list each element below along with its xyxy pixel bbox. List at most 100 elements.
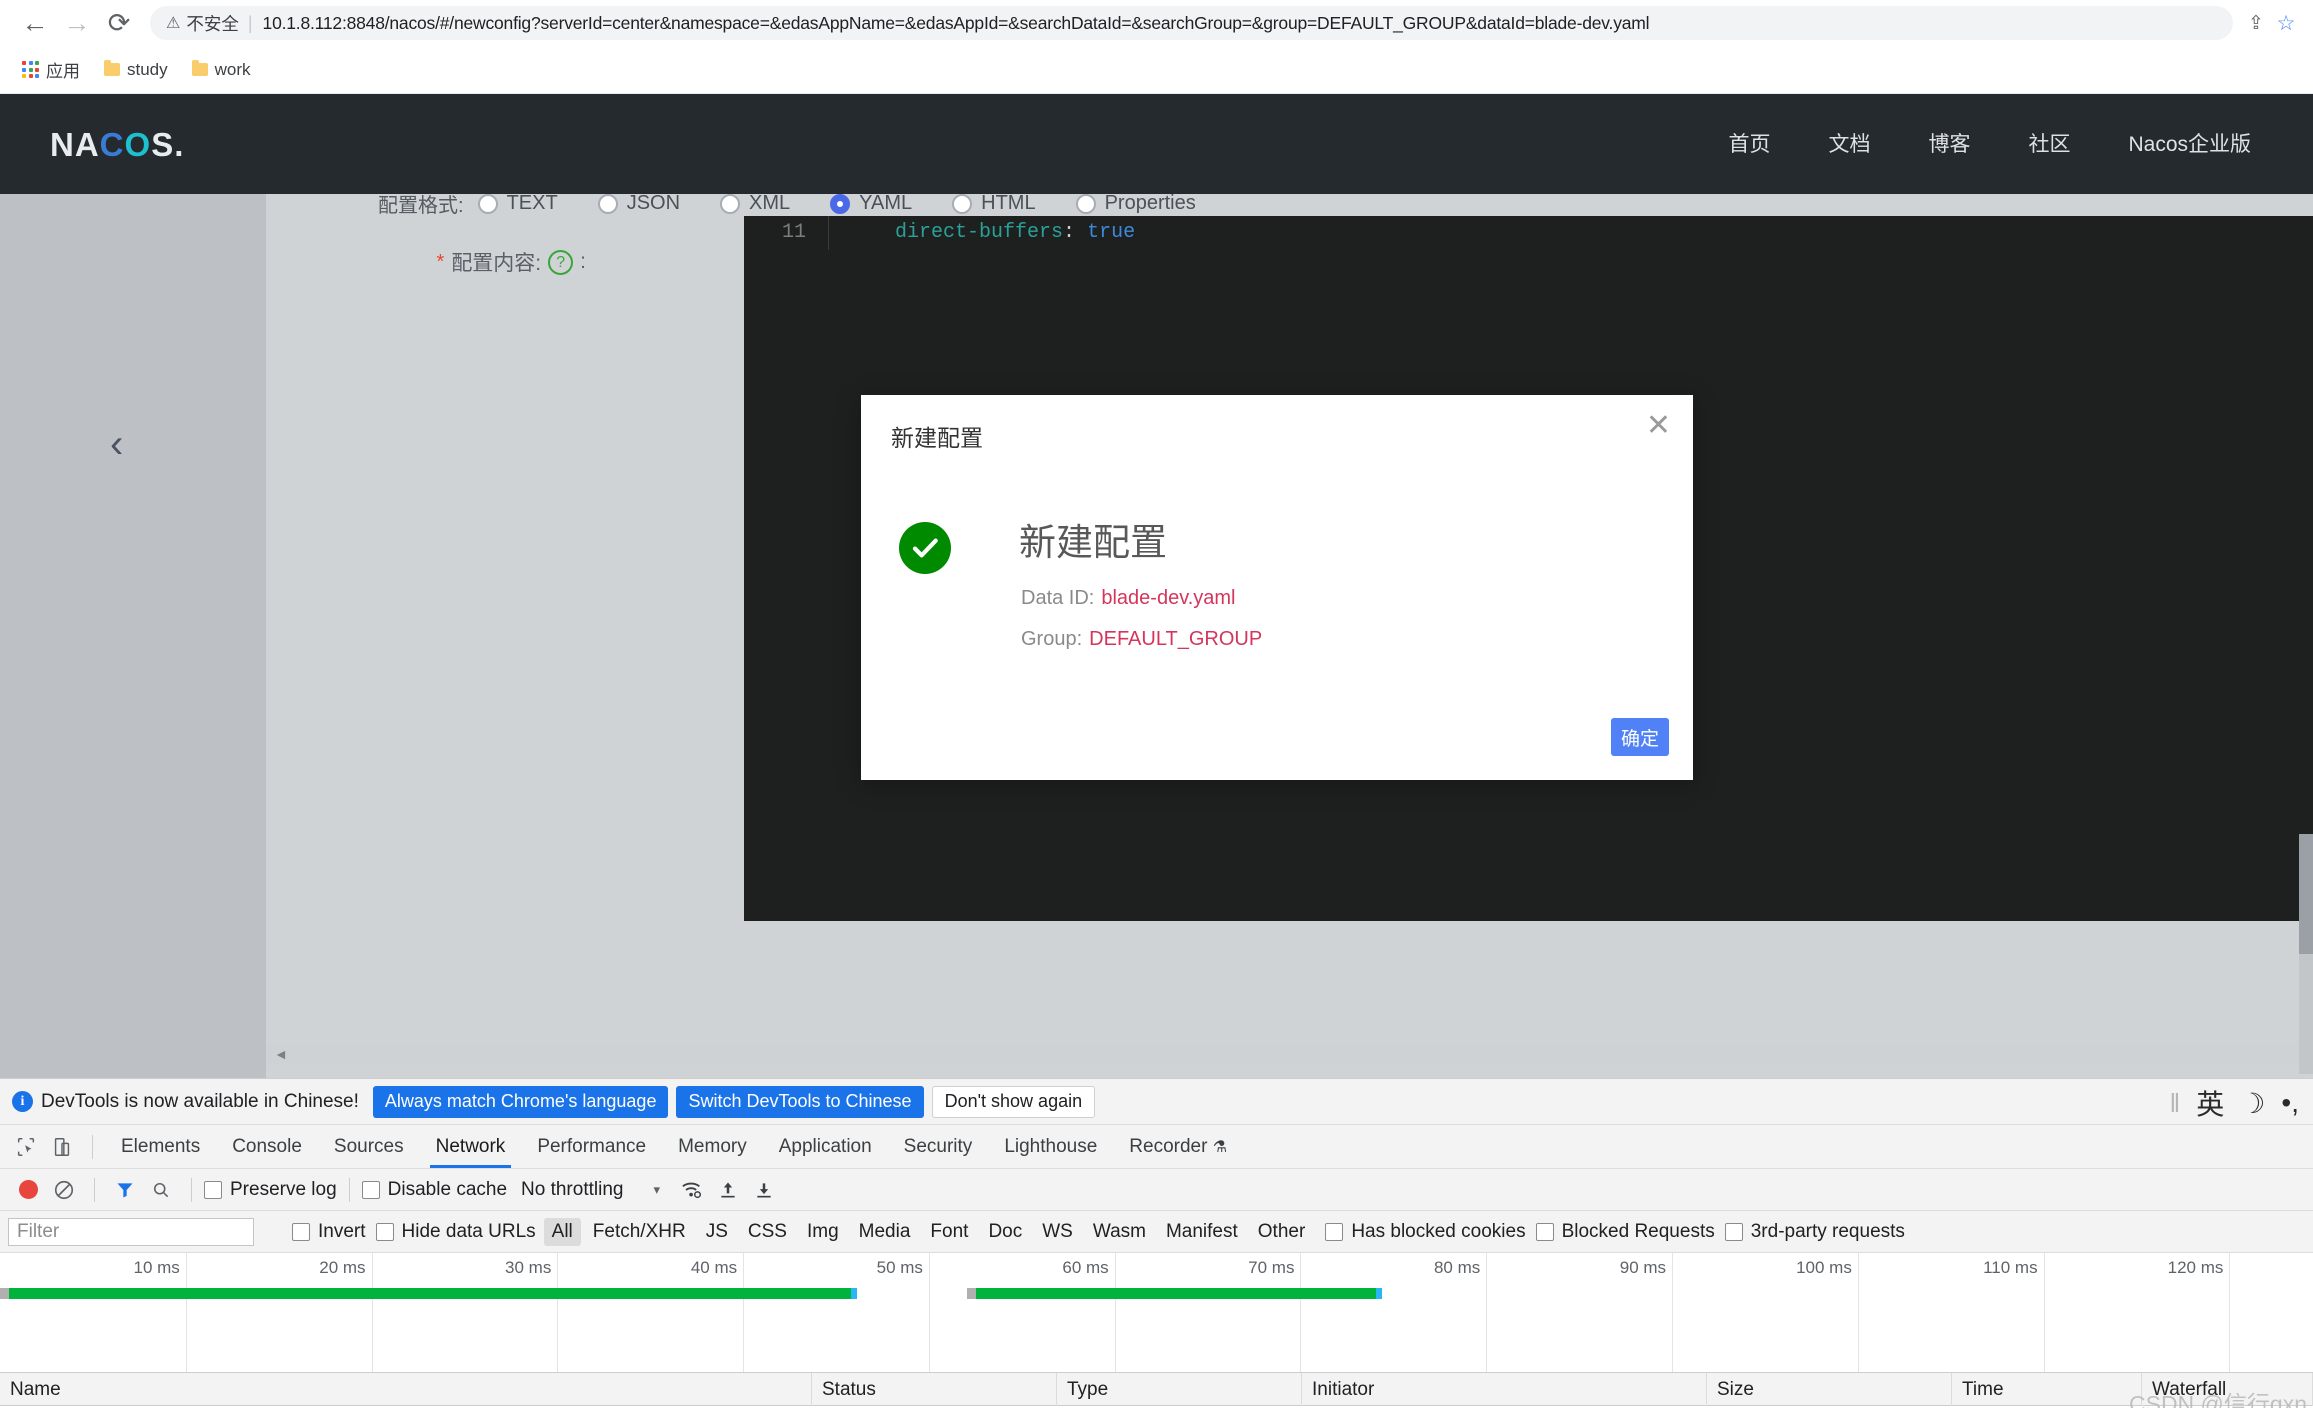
tab-performance[interactable]: Performance	[521, 1125, 662, 1168]
bookmark-apps[interactable]: 应用	[14, 53, 88, 86]
nav-item-enterprise[interactable]: Nacos企业版	[2128, 128, 2251, 158]
throttling-select[interactable]: No throttling ▾	[521, 1179, 660, 1201]
timeline-bar-start-cap	[0, 1288, 10, 1299]
nav-item-community[interactable]: 社区	[2028, 128, 2070, 158]
network-requests-table: Name Status Type Initiator Size Time Waterfall…	[0, 1372, 2313, 1408]
column-header-size[interactable]: Size	[1707, 1372, 1952, 1406]
logo-part-o: O	[124, 126, 152, 163]
radio-text[interactable]: TEXT	[477, 194, 558, 215]
filter-type-ws[interactable]: WS	[1034, 1218, 1081, 1246]
bookmark-study[interactable]: study	[96, 56, 176, 84]
forward-button[interactable]: →	[56, 2, 98, 44]
disable-cache-label: Disable cache	[387, 1178, 508, 1200]
filter-type-js[interactable]: JS	[698, 1218, 736, 1246]
bookmark-star-icon[interactable]: ☆	[2273, 11, 2299, 36]
close-icon[interactable]: ✕	[1646, 411, 1671, 441]
help-icon[interactable]: ?	[548, 249, 574, 275]
export-har-icon[interactable]	[746, 1174, 782, 1206]
column-header-name[interactable]: Name	[0, 1372, 812, 1406]
search-icon[interactable]	[143, 1174, 179, 1206]
address-bar[interactable]: ⚠ 不安全 | 10.1.8.112:8848/nacos/#/newconfi…	[150, 6, 2233, 40]
radio-json[interactable]: JSON	[597, 194, 680, 215]
tab-security[interactable]: Security	[888, 1125, 989, 1168]
nacos-logo[interactable]: NACOS.	[50, 126, 184, 164]
timeline-gridline	[2043, 1253, 2045, 1372]
confirm-button[interactable]: 确定	[1611, 718, 1669, 756]
record-button[interactable]	[10, 1180, 46, 1199]
dont-show-again-button[interactable]: Don't show again	[931, 1085, 1096, 1118]
checkbox-icon	[1325, 1222, 1344, 1241]
data-id-value: blade-dev.yaml	[1101, 587, 1236, 609]
tab-recorder[interactable]: Recorder ⚗	[1113, 1125, 1243, 1168]
filter-input[interactable]	[8, 1217, 254, 1246]
filter-type-all[interactable]: All	[543, 1217, 581, 1246]
ime-dot-icon[interactable]: •,	[2281, 1087, 2299, 1119]
column-header-initiator[interactable]: Initiator	[1302, 1372, 1707, 1406]
horizontal-scrollbar[interactable]: ◄	[266, 1044, 2313, 1064]
column-header-time[interactable]: Time	[1952, 1372, 2142, 1406]
reload-button[interactable]: ⟳	[98, 2, 140, 44]
nav-item-blog[interactable]: 博客	[1928, 128, 1970, 158]
scrollbar-thumb[interactable]	[2299, 834, 2313, 954]
blocked-requests-checkbox[interactable]: Blocked Requests	[1535, 1221, 1715, 1243]
tab-elements[interactable]: Elements	[105, 1125, 216, 1168]
sidebar-collapse-icon[interactable]: ‹	[110, 422, 144, 466]
filter-type-fetch-xhr[interactable]: Fetch/XHR	[585, 1218, 694, 1246]
timeline-gridline	[2229, 1253, 2231, 1372]
tab-recorder-label: Recorder	[1129, 1136, 1208, 1157]
tab-application[interactable]: Application	[763, 1125, 888, 1168]
switch-to-chinese-button[interactable]: Switch DevTools to Chinese	[676, 1085, 924, 1118]
filter-type-font[interactable]: Font	[922, 1218, 976, 1246]
radio-properties[interactable]: Properties	[1075, 194, 1196, 215]
timeline-tick-label: 30 ms	[505, 1258, 552, 1277]
invert-checkbox[interactable]: Invert	[292, 1221, 366, 1243]
config-format-row: 配置格式: TEXT JSON XML YAML HTML Properties	[378, 194, 1236, 218]
always-match-language-button[interactable]: Always match Chrome's language	[372, 1085, 669, 1118]
radio-yaml[interactable]: YAML	[830, 194, 912, 215]
filter-type-wasm[interactable]: Wasm	[1085, 1218, 1154, 1246]
network-conditions-icon[interactable]	[674, 1174, 710, 1206]
moon-icon[interactable]: ☽	[2240, 1087, 2265, 1120]
ime-language-icon[interactable]: 英	[2196, 1083, 2224, 1123]
tab-sources[interactable]: Sources	[318, 1125, 420, 1168]
filter-type-other[interactable]: Other	[1250, 1218, 1314, 1246]
radio-html[interactable]: HTML	[952, 194, 1036, 215]
experiment-flask-icon: ⚗	[1212, 1139, 1228, 1156]
page-vertical-scrollbar[interactable]	[2299, 834, 2313, 1074]
column-header-type[interactable]: Type	[1057, 1372, 1302, 1406]
filter-type-manifest[interactable]: Manifest	[1158, 1218, 1246, 1246]
network-timeline-overview[interactable]: 10 ms 20 ms 30 ms 40 ms 50 ms 60 ms 70 ms 80 ms…	[0, 1253, 2313, 1373]
has-blocked-cookies-checkbox[interactable]: Has blocked cookies	[1325, 1221, 1526, 1243]
hide-data-urls-checkbox[interactable]: Hide data URLs	[375, 1221, 536, 1243]
bookmark-work[interactable]: work	[184, 56, 259, 84]
nav-item-docs[interactable]: 文档	[1828, 128, 1870, 158]
clear-network-log-icon[interactable]	[46, 1174, 82, 1206]
scroll-left-icon[interactable]: ◄	[274, 1046, 288, 1062]
timeline-tick-label: 90 ms	[1619, 1258, 1667, 1277]
tab-console[interactable]: Console	[216, 1125, 318, 1168]
preserve-log-checkbox[interactable]: Preserve log	[204, 1179, 337, 1201]
import-har-icon[interactable]	[710, 1174, 746, 1206]
disable-cache-checkbox[interactable]: Disable cache	[361, 1178, 508, 1201]
column-header-waterfall[interactable]: Waterfall	[2142, 1372, 2313, 1406]
nav-item-home[interactable]: 首页	[1728, 128, 1770, 158]
share-icon[interactable]: ⇪	[2243, 12, 2269, 35]
tab-network[interactable]: Network	[420, 1125, 522, 1168]
bookmark-study-label: study	[127, 59, 168, 79]
filter-type-img[interactable]: Img	[799, 1218, 847, 1246]
back-button[interactable]: ←	[14, 2, 56, 44]
tab-memory[interactable]: Memory	[662, 1125, 763, 1168]
logo-part-na: NA	[50, 126, 100, 163]
filter-type-doc[interactable]: Doc	[980, 1218, 1030, 1246]
logo-part-c: C	[99, 126, 125, 163]
timeline-request-bar	[967, 1288, 1383, 1299]
filter-funnel-icon[interactable]	[107, 1174, 143, 1206]
device-toolbar-icon[interactable]	[44, 1131, 80, 1163]
tab-lighthouse[interactable]: Lighthouse	[988, 1125, 1113, 1168]
filter-type-css[interactable]: CSS	[740, 1218, 795, 1246]
column-header-status[interactable]: Status	[812, 1372, 1057, 1406]
third-party-requests-checkbox[interactable]: 3rd-party requests	[1724, 1221, 1905, 1243]
radio-xml[interactable]: XML	[720, 194, 790, 215]
inspect-element-icon[interactable]	[8, 1131, 44, 1163]
filter-type-media[interactable]: Media	[851, 1218, 919, 1246]
